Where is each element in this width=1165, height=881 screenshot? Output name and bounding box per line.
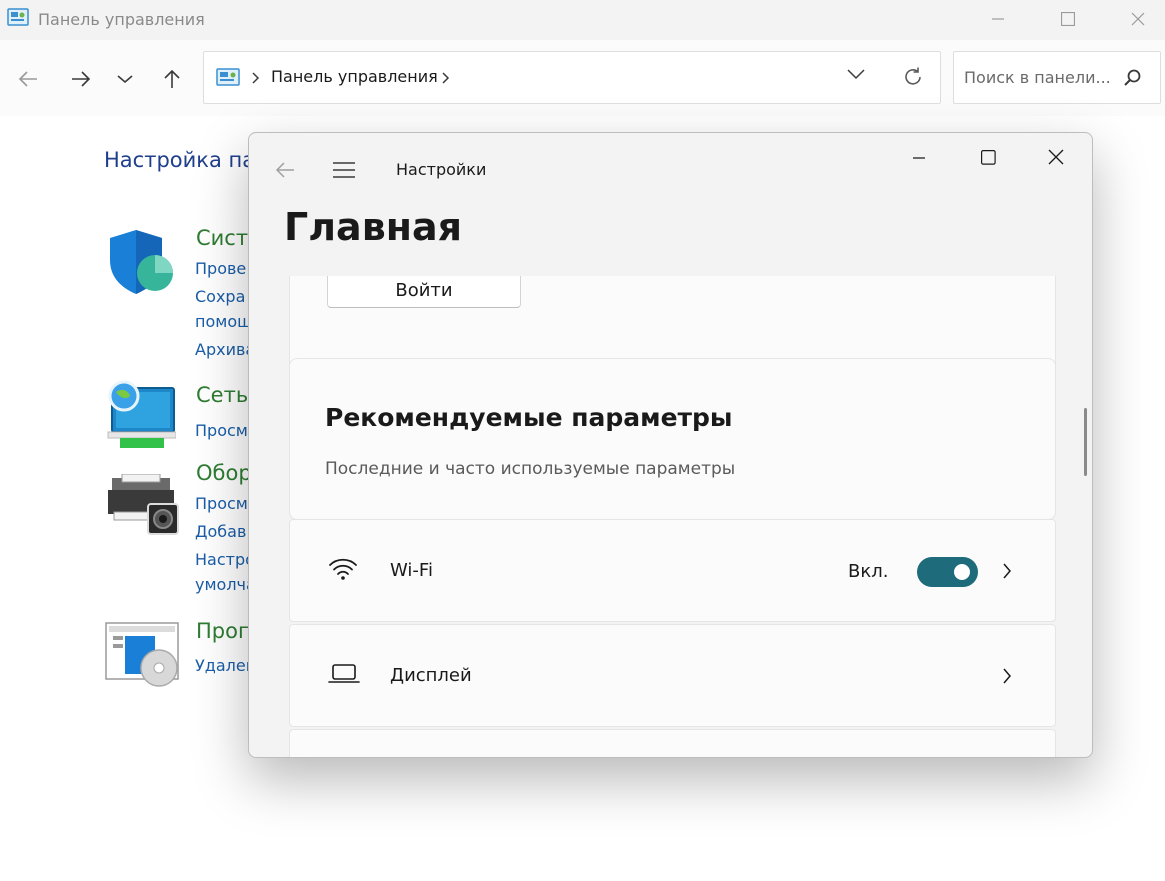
arrow-up-icon xyxy=(164,69,180,88)
sign-in-button[interactable]: Войти xyxy=(327,276,521,308)
up-button[interactable] xyxy=(158,66,186,92)
category-link[interactable]: Просм xyxy=(195,421,248,440)
category-link[interactable]: Прове xyxy=(195,259,246,278)
wifi-toggle[interactable] xyxy=(917,557,978,587)
forward-button[interactable] xyxy=(67,66,95,92)
settings-content: Войти Рекомендуемые параметры Последние … xyxy=(249,276,1092,757)
minimize-button[interactable] xyxy=(963,0,1033,38)
chevron-right-icon xyxy=(252,72,260,84)
window-title: Панель управления xyxy=(38,10,205,29)
chevron-down-icon xyxy=(117,75,133,84)
category-title-network[interactable]: Сеть xyxy=(196,383,248,407)
address-dropdown-icon[interactable] xyxy=(847,69,865,80)
category-link[interactable]: помощ xyxy=(195,312,252,331)
category-link[interactable]: Архива xyxy=(195,340,255,359)
search-icon[interactable] xyxy=(1122,68,1142,88)
control-panel-app-icon xyxy=(7,8,29,26)
search-placeholder[interactable]: Поиск в панели... xyxy=(964,68,1111,87)
minimize-icon xyxy=(913,157,925,159)
arrow-right-icon xyxy=(72,71,91,87)
control-panel-location-icon xyxy=(216,68,240,86)
scrollbar-thumb[interactable] xyxy=(1084,408,1087,476)
maximize-button[interactable] xyxy=(1033,0,1103,38)
category-link[interactable]: Просм xyxy=(195,494,248,513)
toggle-knob xyxy=(954,564,970,580)
recommended-title: Рекомендуемые параметры xyxy=(325,403,733,432)
display-label: Дисплей xyxy=(390,665,472,686)
wifi-row[interactable]: Wi-Fi Вкл. xyxy=(289,519,1056,622)
minimize-icon xyxy=(992,18,1004,20)
address-bar[interactable]: Панель управления xyxy=(203,51,941,104)
control-panel-toolbar: Панель управления Поиск в панели... xyxy=(0,40,1165,116)
network-icon xyxy=(107,380,176,448)
settings-window: Настройки Главная Войти Рекомендуемые па… xyxy=(248,132,1093,758)
wifi-label: Wi-Fi xyxy=(390,560,433,581)
chevron-right-icon xyxy=(1003,563,1011,579)
programs-icon xyxy=(105,622,179,687)
page-heading: Настройка па xyxy=(104,148,256,172)
category-title-hardware[interactable]: Обор xyxy=(196,461,252,485)
maximize-icon xyxy=(1061,12,1075,26)
wifi-icon xyxy=(329,558,357,580)
settings-row[interactable] xyxy=(289,729,1056,757)
category-link[interactable]: Удален xyxy=(195,656,256,675)
category-link[interactable]: Сохра xyxy=(195,287,245,306)
recommended-subtitle: Последние и часто используемые параметры xyxy=(325,459,736,479)
hamburger-menu-icon[interactable] xyxy=(332,161,356,179)
chevron-right-icon[interactable] xyxy=(442,72,450,84)
display-icon xyxy=(328,664,360,683)
back-button[interactable] xyxy=(14,66,42,92)
recommended-card: Рекомендуемые параметры Последние и част… xyxy=(289,358,1056,520)
arrow-left-icon xyxy=(18,71,37,87)
search-box[interactable]: Поиск в панели... xyxy=(953,51,1161,104)
recent-locations-button[interactable] xyxy=(111,66,139,92)
shield-icon xyxy=(110,230,173,294)
close-icon xyxy=(1048,149,1064,165)
chevron-right-icon xyxy=(1003,668,1011,684)
back-icon[interactable] xyxy=(274,160,296,180)
maximize-icon xyxy=(980,149,996,165)
settings-app-title: Настройки xyxy=(396,160,487,179)
wifi-status: Вкл. xyxy=(848,561,889,582)
printer-icon xyxy=(108,474,179,535)
settings-maximize-button[interactable] xyxy=(964,145,1012,169)
category-title-programs[interactable]: Прог xyxy=(196,619,249,643)
control-panel-titlebar: Панель управления xyxy=(0,0,1165,40)
settings-close-button[interactable] xyxy=(1032,145,1080,169)
settings-minimize-button[interactable] xyxy=(895,145,943,169)
category-link[interactable]: Добав xyxy=(195,522,246,541)
category-link[interactable]: умолча xyxy=(195,575,256,594)
close-icon xyxy=(1131,12,1145,26)
display-row[interactable]: Дисплей xyxy=(289,624,1056,727)
breadcrumb-control-panel[interactable]: Панель управления xyxy=(271,67,438,86)
refresh-icon[interactable] xyxy=(902,66,924,88)
page-title: Главная xyxy=(284,205,463,249)
category-link[interactable]: Настро xyxy=(195,550,255,569)
close-button[interactable] xyxy=(1103,0,1165,38)
